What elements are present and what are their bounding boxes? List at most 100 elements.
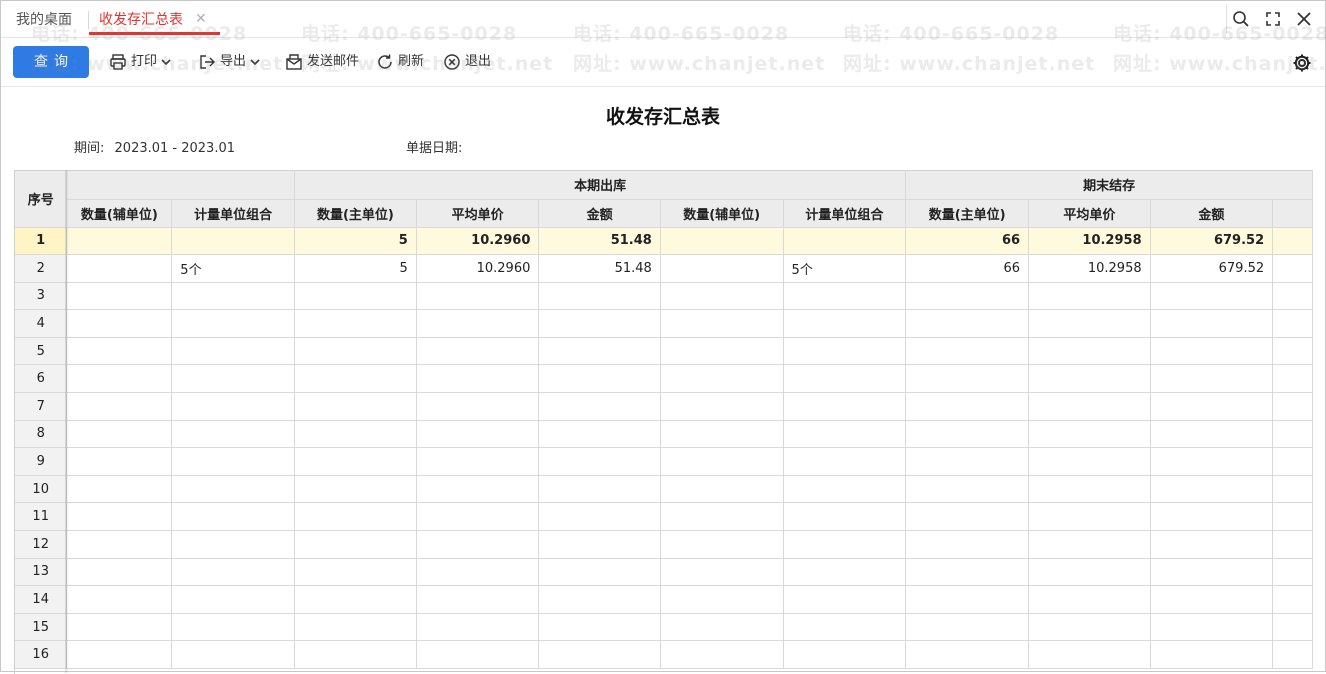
- row-index-cell[interactable]: 16: [15, 640, 68, 669]
- export-button[interactable]: 导出: [198, 52, 265, 72]
- table-cell-unit-combo-2[interactable]: [783, 585, 907, 614]
- table-cell-qty-main-2[interactable]: [905, 364, 1030, 394]
- col-header-unit-combo[interactable]: 计量单位组合: [783, 199, 907, 228]
- table-cell-qty-aux-1[interactable]: [66, 558, 173, 587]
- row-index-cell[interactable]: 5: [15, 337, 68, 366]
- table-cell-amount-1[interactable]: [538, 502, 661, 532]
- query-button[interactable]: 查询: [13, 46, 89, 78]
- table-cell-qty-main-2[interactable]: [905, 558, 1030, 587]
- table-cell-amount-2[interactable]: [1150, 447, 1274, 476]
- table-cell-qty-main-1[interactable]: [294, 282, 417, 311]
- row-index-cell[interactable]: 10: [15, 475, 68, 504]
- table-cell-avg-price-2[interactable]: [1028, 392, 1151, 421]
- col-header-avg-price[interactable]: 平均单价: [416, 199, 540, 228]
- table-cell-avg-price-2[interactable]: [1028, 364, 1151, 394]
- table-cell-qty-aux-1[interactable]: [66, 392, 173, 421]
- table-cell-avg-price-1[interactable]: [416, 558, 540, 587]
- table-cell-unit-combo-1[interactable]: [171, 502, 296, 532]
- table-cell-unit-combo-1[interactable]: [171, 309, 296, 338]
- row-index-cell[interactable]: 1: [15, 227, 68, 256]
- table-cell-avg-price-2[interactable]: [1028, 420, 1151, 449]
- table-cell-amount-2[interactable]: [1150, 613, 1274, 642]
- table-row[interactable]: 6: [15, 364, 1313, 394]
- table-cell-qty-main-2[interactable]: 66: [905, 227, 1030, 256]
- row-index-cell[interactable]: 7: [15, 392, 68, 421]
- table-cell-unit-combo-1[interactable]: [171, 392, 296, 421]
- table-cell-qty-aux-2[interactable]: [660, 254, 784, 283]
- table-cell-amount-1[interactable]: [538, 613, 661, 642]
- table-cell-avg-price-2[interactable]: [1028, 337, 1151, 366]
- table-cell-qty-aux-1[interactable]: [66, 309, 173, 338]
- table-cell-amount-1[interactable]: 51.48: [538, 227, 661, 256]
- table-cell-unit-combo-1[interactable]: 5个: [171, 254, 296, 283]
- table-cell-qty-aux-2[interactable]: [660, 640, 784, 669]
- table-cell-qty-main-1[interactable]: [294, 420, 417, 449]
- table-cell-avg-price-2[interactable]: 10.2958: [1028, 254, 1151, 283]
- table-cell-avg-price-1[interactable]: [416, 420, 540, 449]
- table-cell-qty-aux-2[interactable]: [660, 227, 784, 256]
- search-icon[interactable]: [1231, 9, 1251, 29]
- table-cell-qty-main-2[interactable]: [905, 475, 1030, 504]
- table-cell-qty-main-1[interactable]: [294, 447, 417, 476]
- table-cell-amount-2[interactable]: [1150, 392, 1274, 421]
- table-cell-qty-aux-1[interactable]: [66, 420, 173, 449]
- table-cell-qty-aux-2[interactable]: [660, 392, 784, 421]
- table-cell-unit-combo-1[interactable]: [171, 420, 296, 449]
- table-cell-qty-main-1[interactable]: [294, 364, 417, 394]
- col-header-qty-main[interactable]: 数量(主单位): [905, 199, 1030, 228]
- tab-my-desktop[interactable]: 我的桌面: [16, 1, 72, 37]
- table-cell-unit-combo-1[interactable]: [171, 475, 296, 504]
- table-cell-avg-price-1[interactable]: [416, 640, 540, 669]
- table-cell-qty-aux-1[interactable]: [66, 640, 173, 669]
- table-cell-avg-price-2[interactable]: [1028, 613, 1151, 642]
- table-cell-qty-main-2[interactable]: [905, 502, 1030, 532]
- table-cell-unit-combo-2[interactable]: [783, 475, 907, 504]
- table-cell-unit-combo-2[interactable]: [783, 502, 907, 532]
- table-cell-unit-combo-1[interactable]: [171, 585, 296, 614]
- table-cell-qty-main-1[interactable]: [294, 558, 417, 587]
- table-cell-qty-aux-2[interactable]: [660, 502, 784, 532]
- table-cell-amount-1[interactable]: [538, 392, 661, 421]
- table-cell-amount-2[interactable]: [1150, 530, 1274, 559]
- table-row[interactable]: 10: [15, 475, 1313, 504]
- table-cell-qty-aux-1[interactable]: [66, 502, 173, 532]
- table-cell-avg-price-1[interactable]: [416, 585, 540, 614]
- table-cell-unit-combo-1[interactable]: [171, 227, 296, 256]
- send-mail-button[interactable]: 发送邮件: [285, 52, 359, 72]
- table-row[interactable]: 1 5 10.2960 51.48 66 10.2958 679.52: [15, 227, 1313, 256]
- table-cell-qty-main-1[interactable]: [294, 475, 417, 504]
- table-cell-qty-aux-1[interactable]: [66, 337, 173, 366]
- col-header-qty-aux[interactable]: 数量(辅单位): [66, 199, 173, 228]
- table-cell-unit-combo-2[interactable]: [783, 282, 907, 311]
- col-header-avg-price[interactable]: 平均单价: [1028, 199, 1151, 228]
- table-cell-amount-1[interactable]: [538, 640, 661, 669]
- refresh-button[interactable]: 刷新: [376, 52, 424, 72]
- table-row[interactable]: 11: [15, 502, 1313, 532]
- table-cell-amount-1[interactable]: [538, 530, 661, 559]
- table-cell-unit-combo-2[interactable]: 5个: [783, 254, 907, 283]
- table-cell-qty-main-2[interactable]: [905, 282, 1030, 311]
- table-row[interactable]: 14: [15, 585, 1313, 614]
- table-cell-avg-price-2[interactable]: [1028, 585, 1151, 614]
- table-cell-avg-price-2[interactable]: [1028, 309, 1151, 338]
- table-cell-unit-combo-2[interactable]: [783, 613, 907, 642]
- col-header-unit-combo[interactable]: 计量单位组合: [171, 199, 296, 228]
- table-cell-unit-combo-1[interactable]: [171, 530, 296, 559]
- tab-close-icon[interactable]: ✕: [195, 11, 207, 27]
- table-cell-avg-price-1[interactable]: [416, 613, 540, 642]
- table-cell-qty-aux-2[interactable]: [660, 337, 784, 366]
- table-cell-avg-price-1[interactable]: [416, 475, 540, 504]
- table-cell-amount-2[interactable]: 679.52: [1150, 227, 1274, 256]
- table-row[interactable]: 8: [15, 420, 1313, 449]
- table-cell-qty-aux-1[interactable]: [66, 227, 173, 256]
- row-index-cell[interactable]: 9: [15, 447, 68, 476]
- table-cell-amount-2[interactable]: [1150, 309, 1274, 338]
- table-cell-avg-price-2[interactable]: [1028, 530, 1151, 559]
- table-cell-avg-price-2[interactable]: [1028, 282, 1151, 311]
- table-cell-amount-1[interactable]: [538, 420, 661, 449]
- table-cell-qty-main-1[interactable]: 5: [294, 254, 417, 283]
- table-cell-qty-aux-2[interactable]: [660, 447, 784, 476]
- table-cell-qty-main-2[interactable]: [905, 447, 1030, 476]
- table-cell-qty-aux-2[interactable]: [660, 282, 784, 311]
- table-cell-qty-aux-2[interactable]: [660, 558, 784, 587]
